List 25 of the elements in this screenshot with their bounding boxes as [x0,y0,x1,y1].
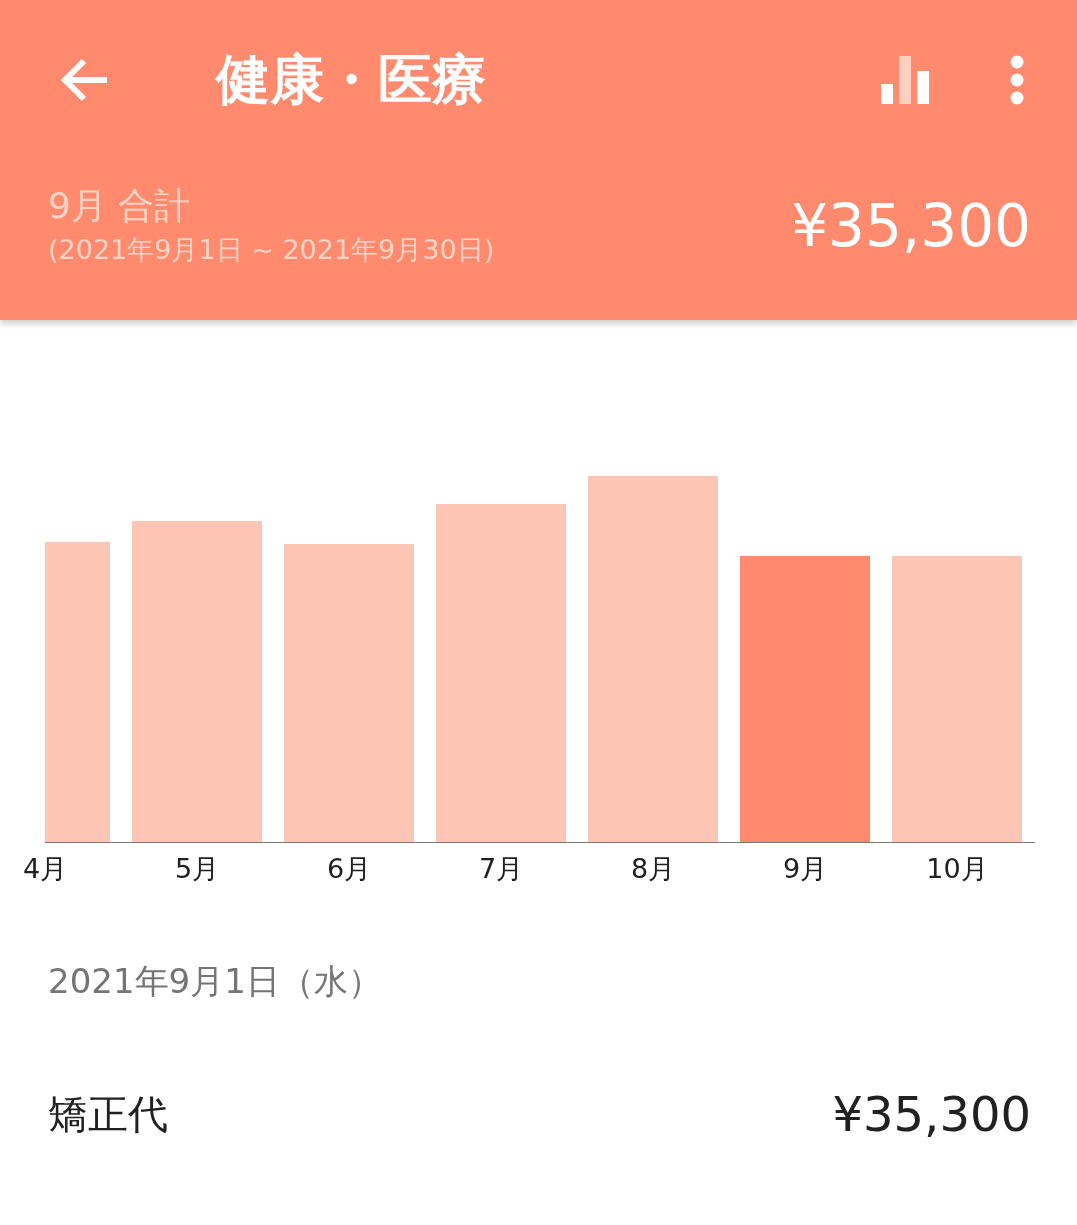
month-label: 4月 [23,855,68,882]
more-icon [1010,55,1024,105]
chart-bar[interactable] [588,476,718,842]
date-range: (2021年9月1日 ~ 2021年9月30日) [48,236,495,263]
entry-name: 矯正代 [48,1094,168,1134]
month-label: 10月 [926,855,988,882]
chart-bar[interactable] [892,556,1022,842]
back-arrow-icon [59,57,109,103]
month-label: 8月 [630,855,676,882]
chart-bar[interactable] [132,521,262,842]
screen-title: 健康・医療 [216,53,486,107]
bar-chart-icon [881,56,929,104]
day-date: 2021年9月1日（水） [48,964,382,998]
chart-bar[interactable] [436,504,566,842]
month-label: 7月 [478,855,524,882]
period-label: 9月 合計 [48,188,192,224]
chart-toggle-button[interactable] [879,54,931,106]
chart-bar[interactable] [740,556,870,842]
chart-bar[interactable] [45,542,110,842]
chart-bar[interactable] [284,544,414,842]
month-label: 5月 [174,855,220,882]
month-label: 9月 [782,855,828,882]
entry-amount: ¥35,300 [832,1090,1031,1138]
month-label: 6月 [326,855,372,882]
total-amount: ¥35,300 [791,196,1031,255]
